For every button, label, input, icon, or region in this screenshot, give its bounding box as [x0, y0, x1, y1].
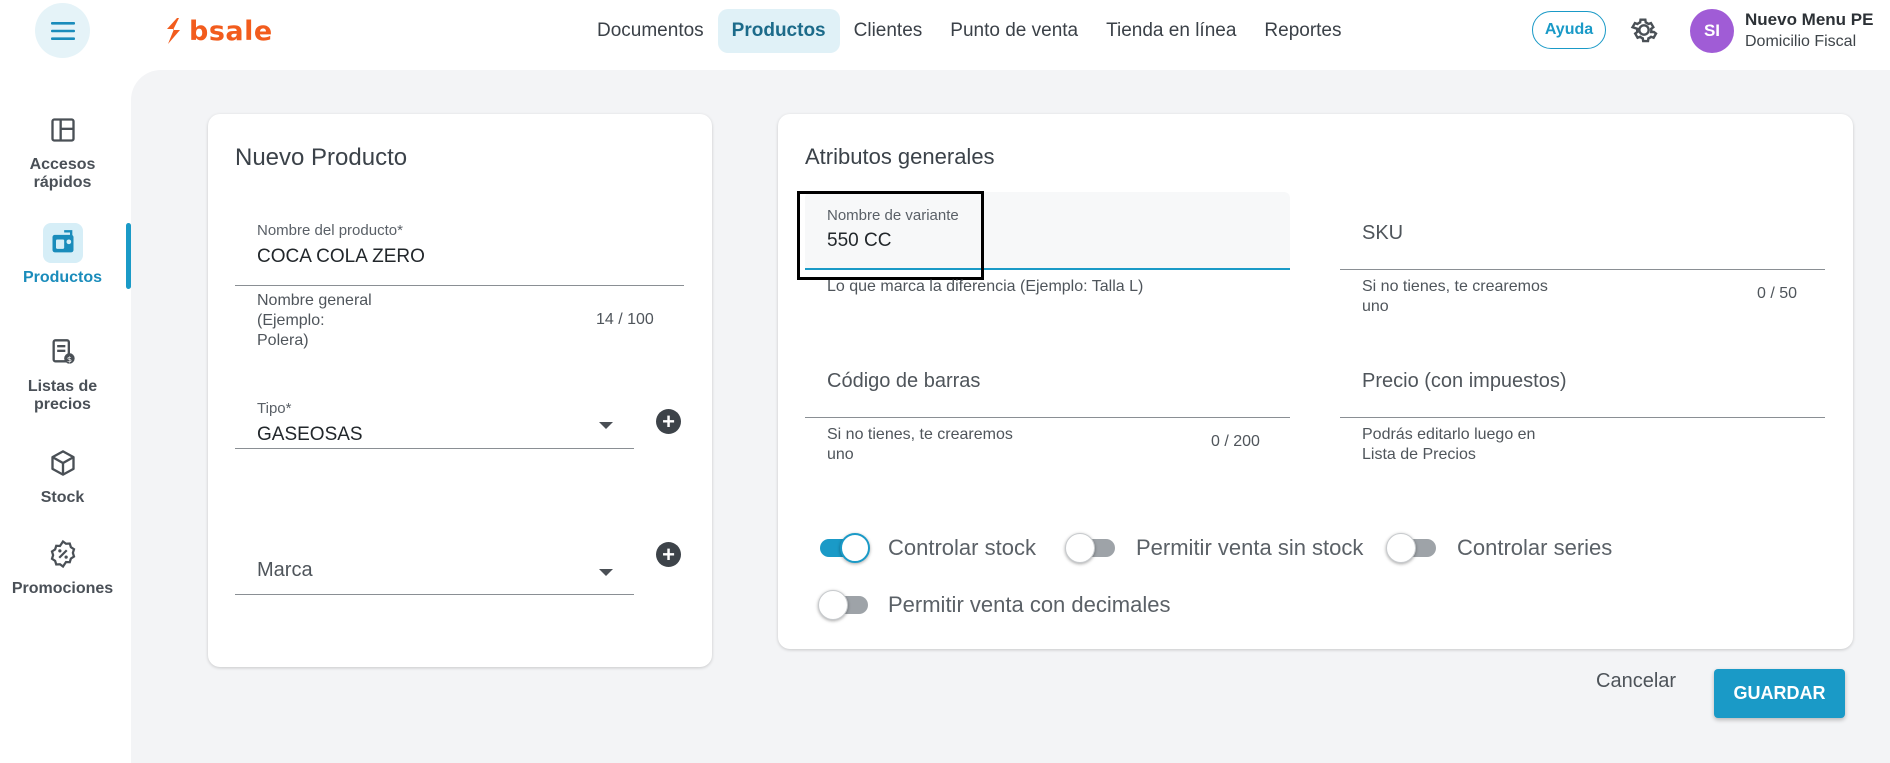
product-card: Nuevo Producto Nombre del producto* COCA…	[208, 114, 712, 667]
layout-grid-icon	[43, 110, 83, 150]
logo-text: bsale	[189, 15, 273, 47]
menu-icon	[50, 21, 75, 40]
product-name-field[interactable]: Nombre del producto* COCA COLA ZERO	[235, 210, 684, 286]
helper-line: Nombre general	[257, 292, 372, 309]
sidebar-label-line1: Promociones	[11, 580, 114, 597]
nav-reportes[interactable]: Reportes	[1250, 9, 1355, 53]
products-icon	[42, 223, 83, 263]
sku-helper: Si no tienes, te crearemos uno	[1362, 277, 1548, 317]
caret-down-icon	[599, 569, 613, 576]
toggle-controlar-series[interactable]	[1386, 529, 1438, 565]
type-label: Tipo*	[257, 400, 292, 417]
toggle-label-permitir-venta-sin-stock: Permitir venta sin stock	[1136, 535, 1364, 560]
brand-placeholder: Marca	[257, 559, 313, 581]
plus-icon: +	[662, 408, 675, 434]
highlight-box	[797, 191, 984, 280]
barcode-field[interactable]: Código de barras	[805, 340, 1290, 418]
avatar[interactable]: SI	[1690, 9, 1734, 53]
product-name-counter: 14 / 100	[596, 311, 654, 328]
toggle-label-controlar-stock: Controlar stock	[888, 535, 1036, 560]
helper-line: Lista de Precios	[1362, 446, 1476, 463]
price-list-icon: $	[43, 332, 83, 372]
sidebar-label-line1: Listas de	[27, 378, 98, 395]
toggle-controlar-stock[interactable]	[818, 529, 870, 565]
nav-productos[interactable]: Productos	[717, 9, 840, 53]
helper-line: Polera)	[257, 332, 309, 349]
type-value: GASEOSAS	[257, 424, 363, 445]
save-button[interactable]: GUARDAR	[1714, 669, 1845, 718]
sidebar-item-productos[interactable]: Productos	[0, 223, 125, 287]
helper-line: uno	[1362, 298, 1389, 315]
nav-clientes[interactable]: Clientes	[840, 9, 937, 53]
cube-icon	[43, 443, 83, 483]
sidebar-item-promociones[interactable]: Promociones	[0, 534, 125, 598]
bsale-logo-icon	[167, 18, 180, 44]
sidebar-label-line1: Accesos	[29, 156, 96, 173]
main-nav: Documentos Productos Clientes Punto de v…	[583, 9, 1356, 53]
add-type-button[interactable]: +	[656, 409, 681, 434]
toggle-knob	[1386, 533, 1416, 563]
product-name-helper: Nombre general (Ejemplo: Polera)	[257, 291, 372, 351]
caret-down-icon	[599, 422, 613, 429]
toggle-knob	[818, 590, 848, 620]
cancel-button[interactable]: Cancelar	[1596, 670, 1676, 693]
product-name-value: COCA COLA ZERO	[257, 246, 425, 267]
sku-field[interactable]: SKU	[1340, 192, 1825, 270]
barcode-helper: Si no tienes, te crearemos uno	[827, 425, 1013, 465]
price-placeholder: Precio (con impuestos)	[1362, 370, 1567, 392]
price-field[interactable]: Precio (con impuestos)	[1340, 340, 1825, 418]
product-name-label: Nombre del producto*	[257, 222, 403, 239]
attributes-card-title: Atributos generales	[805, 144, 995, 169]
sidebar-label-line1: Stock	[40, 489, 85, 506]
variant-name-helper: Lo que marca la diferencia (Ejemplo: Tal…	[827, 278, 1144, 295]
nav-documentos[interactable]: Documentos	[583, 9, 718, 53]
help-button[interactable]: Ayuda	[1532, 11, 1606, 49]
add-brand-button[interactable]: +	[656, 542, 681, 567]
top-bar: bsale Documentos Productos Clientes Punt…	[0, 0, 1890, 70]
sidebar-label-line2: rápidos	[33, 174, 92, 191]
percent-badge-icon	[43, 534, 83, 574]
sidebar-item-accesos-rapidos[interactable]: Accesos rápidos	[0, 110, 125, 192]
sidebar-label-line1: Productos	[22, 269, 103, 286]
price-helper: Podrás editarlo luego en Lista de Precio…	[1362, 425, 1535, 465]
type-select[interactable]: Tipo* GASEOSAS	[235, 382, 634, 449]
svg-text:$: $	[66, 354, 71, 364]
product-card-title: Nuevo Producto	[235, 144, 408, 171]
helper-line: uno	[827, 446, 854, 463]
toggle-label-controlar-series: Controlar series	[1457, 535, 1613, 560]
helper-line: (Ejemplo:	[257, 312, 325, 329]
brand-select[interactable]: Marca	[235, 523, 634, 595]
barcode-placeholder: Código de barras	[827, 370, 981, 392]
settings-button[interactable]	[1628, 14, 1660, 46]
toggle-permitir-venta-sin-stock[interactable]	[1065, 529, 1117, 565]
sku-placeholder: SKU	[1362, 222, 1404, 244]
sidebar-label-line2: precios	[34, 396, 91, 413]
user-subtitle[interactable]: Domicilio Fiscal	[1745, 33, 1856, 51]
sidebar-item-listas-de-precios[interactable]: $ Listas de precios	[0, 332, 125, 414]
user-name[interactable]: Nuevo Menu PE	[1745, 10, 1873, 30]
toggle-knob	[840, 533, 870, 563]
sidebar-item-stock[interactable]: Stock	[0, 443, 125, 507]
toggle-knob	[1065, 533, 1095, 563]
helper-line: Podrás editarlo luego en	[1362, 426, 1536, 443]
sku-counter: 0 / 50	[1757, 285, 1798, 302]
nav-tienda-en-linea[interactable]: Tienda en línea	[1092, 9, 1250, 53]
plus-icon: +	[662, 541, 675, 567]
barcode-counter: 0 / 200	[1211, 433, 1260, 450]
toggle-permitir-venta-con-decimales[interactable]	[818, 586, 870, 622]
bsale-logo[interactable]: bsale	[163, 14, 273, 48]
helper-line: Si no tienes, te crearemos	[1362, 278, 1548, 295]
toggle-label-permitir-venta-con-decimales: Permitir venta con decimales	[888, 592, 1171, 617]
menu-button[interactable]	[35, 3, 90, 58]
helper-line: Si no tienes, te crearemos	[827, 426, 1013, 443]
sidebar: Accesos rápidos Productos $ Listas de pr…	[0, 70, 131, 763]
nav-punto-de-venta[interactable]: Punto de venta	[936, 9, 1092, 53]
attributes-card: Atributos generales Nombre de variante 5…	[778, 114, 1853, 649]
gear-icon	[1630, 18, 1658, 43]
